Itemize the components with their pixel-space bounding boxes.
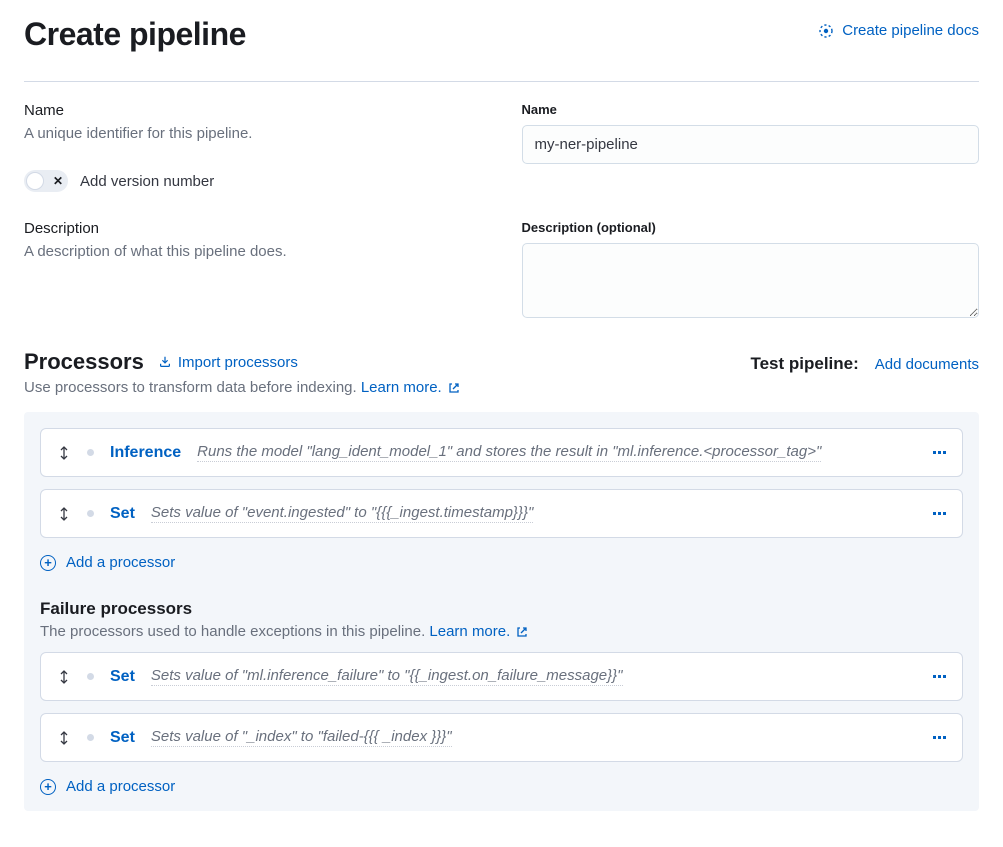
description-heading: Description xyxy=(24,220,482,237)
close-icon: ✕ xyxy=(53,175,63,187)
import-processors-link[interactable]: Import processors xyxy=(158,354,298,371)
add-version-label: Add version number xyxy=(80,173,214,190)
drag-handle-icon[interactable] xyxy=(57,445,71,461)
processor-description: Sets value of "_index" to "failed-{{{ _i… xyxy=(151,728,452,747)
create-pipeline-docs-link[interactable]: Create pipeline docs xyxy=(818,22,979,39)
processor-description: Sets value of "event.ingested" to "{{{_i… xyxy=(151,504,533,523)
add-processor-label: Add a processor xyxy=(66,778,175,795)
processor-name-link[interactable]: Set xyxy=(110,668,135,686)
name-input[interactable] xyxy=(522,125,980,164)
add-processor-label: Add a processor xyxy=(66,554,175,571)
drag-handle-icon[interactable] xyxy=(57,669,71,685)
more-actions-button[interactable] xyxy=(933,736,946,739)
failure-processor-row: Set Sets value of "ml.inference_failure"… xyxy=(40,652,963,701)
processors-container: Inference Runs the model "lang_ident_mod… xyxy=(24,412,979,811)
import-icon xyxy=(158,355,172,369)
status-dot xyxy=(87,449,94,456)
processors-title: Processors xyxy=(24,349,144,375)
failure-processors-description: The processors used to handle exceptions… xyxy=(40,623,429,640)
add-processor-button[interactable]: Add a processor xyxy=(40,554,175,571)
name-field-label: Name xyxy=(522,102,980,117)
status-dot xyxy=(87,510,94,517)
failure-processors-title: Failure processors xyxy=(40,599,963,619)
external-link-icon xyxy=(448,382,460,394)
processor-row: Set Sets value of "event.ingested" to "{… xyxy=(40,489,963,538)
external-link-icon xyxy=(516,626,528,638)
learn-more-label: Learn more. xyxy=(429,623,510,640)
processors-description: Use processors to transform data before … xyxy=(24,379,361,396)
processor-row: Inference Runs the model "lang_ident_mod… xyxy=(40,428,963,477)
processor-name-link[interactable]: Set xyxy=(110,505,135,523)
plus-circle-icon xyxy=(40,555,56,571)
name-description: A unique identifier for this pipeline. xyxy=(24,125,482,142)
add-failure-processor-button[interactable]: Add a processor xyxy=(40,778,175,795)
docs-link-label: Create pipeline docs xyxy=(842,22,979,39)
page-title: Create pipeline xyxy=(24,16,246,53)
processor-description: Runs the model "lang_ident_model_1" and … xyxy=(197,443,821,462)
add-documents-link[interactable]: Add documents xyxy=(875,356,979,373)
status-dot xyxy=(87,673,94,680)
divider xyxy=(24,81,979,82)
failure-processor-row: Set Sets value of "_index" to "failed-{{… xyxy=(40,713,963,762)
drag-handle-icon[interactable] xyxy=(57,730,71,746)
processors-learn-more-link[interactable]: Learn more. xyxy=(361,379,460,396)
toggle-knob xyxy=(26,172,44,190)
processor-description: Sets value of "ml.inference_failure" to … xyxy=(151,667,623,686)
import-processors-label: Import processors xyxy=(178,354,298,371)
description-field-label: Description (optional) xyxy=(522,220,980,235)
description-description: A description of what this pipeline does… xyxy=(24,243,482,260)
failure-learn-more-link[interactable]: Learn more. xyxy=(429,623,528,640)
add-version-toggle[interactable]: ✕ xyxy=(24,170,68,192)
processor-name-link[interactable]: Inference xyxy=(110,444,181,462)
help-icon xyxy=(818,23,834,39)
description-textarea[interactable] xyxy=(522,243,980,318)
test-pipeline-label: Test pipeline: xyxy=(750,354,858,374)
learn-more-label: Learn more. xyxy=(361,379,442,396)
status-dot xyxy=(87,734,94,741)
more-actions-button[interactable] xyxy=(933,512,946,515)
plus-circle-icon xyxy=(40,779,56,795)
more-actions-button[interactable] xyxy=(933,675,946,678)
name-heading: Name xyxy=(24,102,482,119)
processor-name-link[interactable]: Set xyxy=(110,729,135,747)
drag-handle-icon[interactable] xyxy=(57,506,71,522)
more-actions-button[interactable] xyxy=(933,451,946,454)
